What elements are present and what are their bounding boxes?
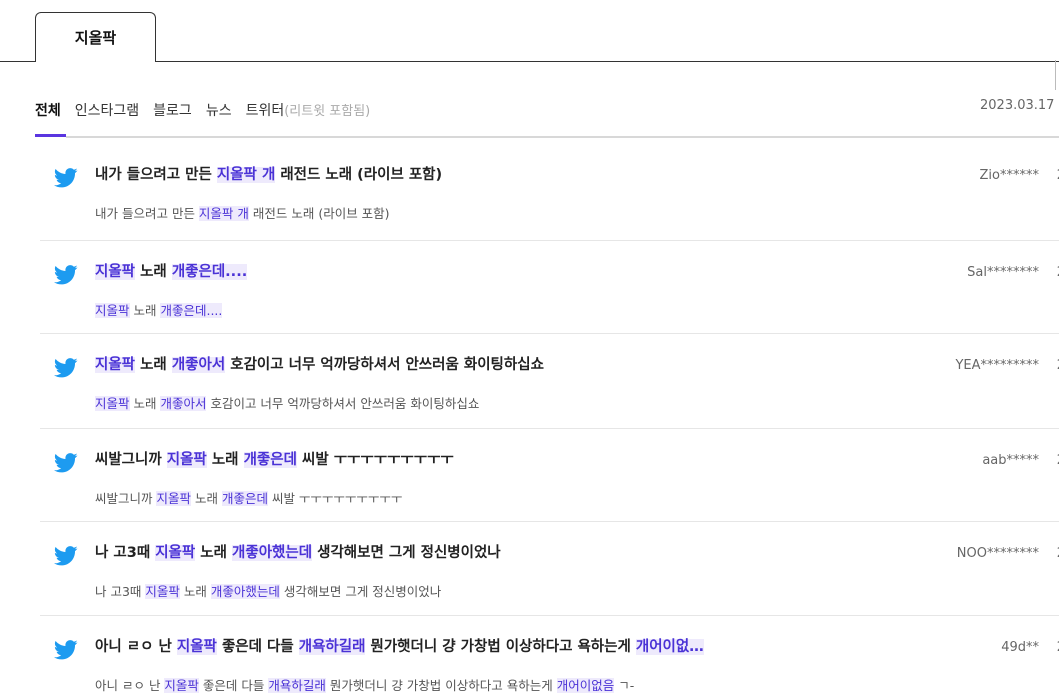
title-keyword-highlight: 개어이없… — [635, 639, 704, 655]
result-snippet: 아니 ㄹㅇ 난 지올팍 좋은데 다들 개욕하길래 뭔가햇더니 걍 가창법 이상하… — [95, 675, 634, 694]
title-text: 래전드 노래 (라이브 포함) — [275, 167, 443, 183]
snippet-text: 노래 — [179, 584, 211, 599]
snippet-keyword-highlight: 개좋아서 — [160, 396, 207, 411]
top-tab-baseline — [0, 61, 1059, 62]
title-keyword-highlight: 개좋아서 — [171, 357, 226, 373]
filter-twitter[interactable]: 트위터(리트윗 포함됨) — [246, 100, 371, 120]
result-list: 내가 들으려고 만든 지올팍 개 래전드 노래 (라이브 포함) 내가 들으려고 … — [40, 144, 1059, 700]
tab-keyword-label: 지올팍 — [74, 29, 117, 47]
result-title[interactable]: 지올팍 노래 개좋은데.... — [95, 260, 248, 281]
title-keyword-highlight: 지올팍 — [95, 264, 136, 280]
result-snippet: 지올팍 노래 개좋아서 호감이고 너무 억까당하셔서 안쓰러움 화이팅하십쇼 — [95, 393, 479, 412]
snippet-text: 뭔가햇더니 걍 가창법 이상하다고 욕하는게 — [325, 678, 557, 693]
title-text: 아니 ㄹㅇ 난 — [95, 639, 177, 655]
snippet-text: 래전드 노래 (라이브 포함) — [248, 206, 390, 221]
snippet-text: 노래 — [129, 396, 161, 411]
snippet-text: 씨발그니까 — [95, 491, 157, 506]
twitter-icon — [53, 640, 78, 660]
snippet-text: 노래 — [129, 303, 161, 318]
twitter-icon — [53, 358, 78, 378]
snippet-text: 호감이고 너무 억까당하셔서 안쓰러움 화이팅하십쇼 — [206, 396, 480, 411]
snippet-keyword-highlight: 지올팍 — [145, 584, 180, 599]
title-keyword-highlight: 지올팍 개 — [216, 167, 276, 183]
result-author: YEA********* — [955, 358, 1039, 373]
filter-twitter-label: 트위터 — [245, 103, 285, 119]
title-keyword-highlight: 지올팍 — [155, 545, 196, 561]
result-item[interactable]: 지올팍 노래 개좋은데.... 지올팍 노래 개좋은데.... Sal*******… — [40, 241, 1059, 334]
title-keyword-highlight: 개좋은데 — [243, 452, 297, 468]
snippet-keyword-highlight: 지올팍 — [164, 678, 199, 693]
filter-news[interactable]: 뉴스 — [206, 100, 232, 120]
filter-twitter-note: (리트윗 포함됨) — [284, 104, 371, 119]
result-item[interactable]: 씨발그니까 지올팍 노래 개좋은데 씨발 ㅜㅜㅜㅜㅜㅜㅜㅜㅜ 씨발그니까 지올팍 … — [40, 429, 1059, 522]
snippet-text: 내가 들으려고 만든 — [95, 206, 199, 221]
title-text: 노래 — [195, 545, 233, 561]
result-title[interactable]: 아니 ㄹㅇ 난 지올팍 좋은데 다들 개욕하길래 뭔가햇더니 걍 가창법 이상하… — [95, 635, 704, 656]
snippet-text: 생각해보면 그게 정신병이었나 — [279, 584, 442, 599]
result-title[interactable]: 내가 들으려고 만든 지올팍 개 래전드 노래 (라이브 포함) — [95, 163, 442, 184]
result-snippet: 내가 들으려고 만든 지올팍 개 래전드 노래 (라이브 포함) — [95, 203, 390, 222]
active-filter-indicator — [35, 134, 66, 137]
snippet-text: 씨발 ㅜㅜㅜㅜㅜㅜㅜㅜㅜ — [267, 491, 403, 506]
title-text: 나 고3때 — [95, 545, 156, 561]
snippet-keyword-highlight: 지올팍 — [95, 396, 130, 411]
title-text: 내가 들으려고 만든 — [95, 167, 217, 183]
snippet-keyword-highlight: 개어이없음 — [556, 678, 615, 693]
result-author: Sal******** — [967, 265, 1039, 280]
snippet-text: 좋은데 다들 — [198, 678, 269, 693]
filter-divider — [66, 136, 1059, 138]
result-author: aab***** — [982, 453, 1039, 468]
result-title[interactable]: 지올팍 노래 개좋아서 호감이고 너무 억까당하셔서 안쓰러움 화이팅하십쇼 — [95, 353, 544, 374]
result-author: NOO******** — [956, 546, 1039, 561]
snippet-keyword-highlight: 개욕하길래 — [268, 678, 326, 693]
result-title[interactable]: 나 고3때 지올팍 노래 개좋아했는데 생각해보면 그게 정신병이었나 — [95, 541, 501, 562]
right-edge-divider — [1055, 60, 1056, 90]
result-title[interactable]: 씨발그니까 지올팍 노래 개좋은데 씨발 ㅜㅜㅜㅜㅜㅜㅜㅜㅜ — [95, 448, 454, 469]
result-snippet: 나 고3때 지올팍 노래 개좋아했는데 생각해보면 그게 정신병이었나 — [95, 581, 441, 600]
title-text: 씨발그니까 — [95, 452, 167, 468]
filter-blog[interactable]: 블로그 — [153, 100, 192, 120]
result-snippet: 씨발그니까 지올팍 노래 개좋은데 씨발 ㅜㅜㅜㅜㅜㅜㅜㅜㅜ — [95, 488, 402, 507]
snippet-keyword-highlight: 개좋아했는데 — [210, 584, 280, 599]
snippet-text: ㄱ- — [614, 678, 635, 693]
date-label: 2023.03.17 — [980, 98, 1055, 113]
twitter-icon — [53, 546, 78, 566]
result-item[interactable]: 내가 들으려고 만든 지올팍 개 래전드 노래 (라이브 포함) 내가 들으려고 … — [40, 144, 1059, 241]
filter-all[interactable]: 전체 — [35, 100, 61, 120]
snippet-keyword-highlight: 지올팍 — [156, 491, 191, 506]
title-text: 노래 — [135, 264, 172, 280]
result-author: 49d** — [1001, 640, 1039, 655]
result-item[interactable]: 나 고3때 지올팍 노래 개좋아했는데 생각해보면 그게 정신병이었나 나 고3때… — [40, 522, 1059, 616]
filter-instagram[interactable]: 인스타그램 — [75, 100, 139, 120]
title-keyword-highlight: 지올팍 — [95, 357, 136, 373]
result-item[interactable]: 지올팍 노래 개좋아서 호감이고 너무 억까당하셔서 안쓰러움 화이팅하십쇼 지올… — [40, 334, 1059, 429]
snippet-keyword-highlight: 개좋은데 — [221, 491, 268, 506]
snippet-text: 아니 ㄹㅇ 난 — [95, 678, 165, 693]
snippet-text: 나 고3때 — [95, 584, 146, 599]
title-text: 좋은데 다들 — [216, 639, 299, 655]
result-item[interactable]: 아니 ㄹㅇ 난 지올팍 좋은데 다들 개욕하길래 뭔가햇더니 걍 가창법 이상하… — [40, 616, 1059, 700]
title-keyword-highlight: 지올팍 — [166, 452, 207, 468]
snippet-keyword-highlight: 지올팍 개 — [198, 206, 249, 221]
title-text: 씨발 ㅜㅜㅜㅜㅜㅜㅜㅜㅜ — [296, 452, 454, 468]
title-text: 노래 — [206, 452, 244, 468]
snippet-keyword-highlight: 개좋은데.... — [160, 303, 223, 318]
title-text: 생각해보면 그게 정신병이었나 — [312, 545, 501, 561]
snippet-keyword-highlight: 지올팍 — [95, 303, 130, 318]
twitter-icon — [53, 453, 78, 473]
result-author: Zio****** — [979, 168, 1039, 183]
title-text: 호감이고 너무 억까당하셔서 안쓰러움 화이팅하십쇼 — [225, 357, 544, 373]
tab-keyword[interactable]: 지올팍 — [35, 12, 156, 62]
twitter-icon — [53, 168, 78, 188]
source-filter-bar: 전체 인스타그램 블로그 뉴스 트위터(리트윗 포함됨) — [35, 96, 384, 124]
snippet-text: 노래 — [191, 491, 222, 506]
title-keyword-highlight: 지올팍 — [176, 639, 217, 655]
title-keyword-highlight: 개욕하길래 — [298, 639, 366, 655]
title-text: 뭔가햇더니 걍 가창법 이상하다고 욕하는게 — [365, 639, 636, 655]
title-keyword-highlight: 개좋아했는데 — [232, 545, 313, 561]
title-text: 노래 — [135, 357, 172, 373]
result-snippet: 지올팍 노래 개좋은데.... — [95, 300, 223, 319]
twitter-icon — [53, 265, 78, 285]
title-keyword-highlight: 개좋은데.... — [171, 264, 248, 280]
